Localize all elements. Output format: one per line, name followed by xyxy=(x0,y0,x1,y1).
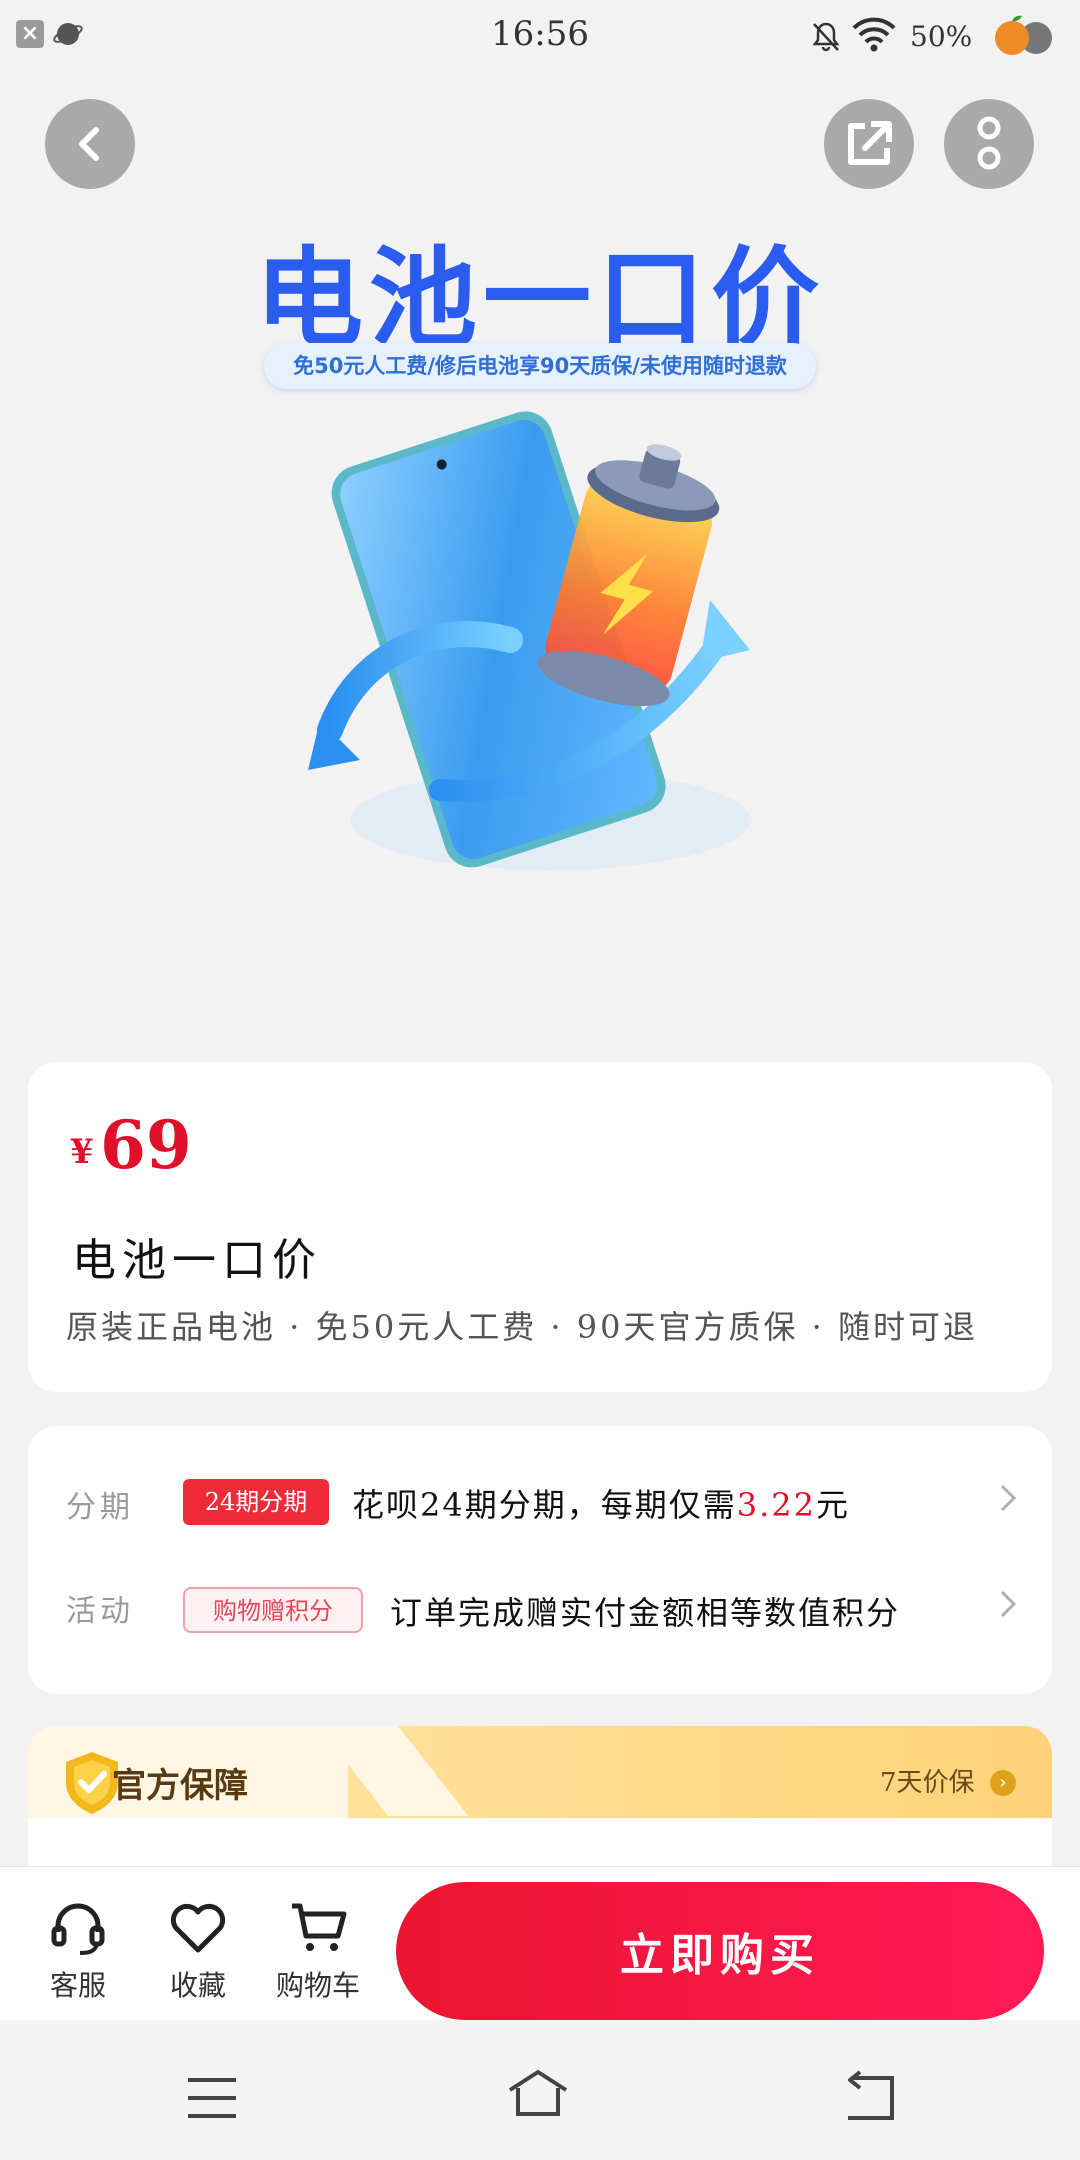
activity-label: 活动 xyxy=(66,1594,134,1629)
home-icon[interactable] xyxy=(506,2066,570,2122)
favorite-label: 收藏 xyxy=(169,1969,226,2002)
more-vertical-icon xyxy=(977,116,1001,170)
chevron-right-icon[interactable] xyxy=(998,1482,1018,1514)
back-button[interactable] xyxy=(45,99,135,189)
heart-icon xyxy=(170,1903,226,1953)
installment-label: 分期 xyxy=(66,1490,134,1525)
guarantee-title: 官方保障 xyxy=(112,1766,248,1806)
cart-icon xyxy=(292,1903,347,1951)
back-nav-icon[interactable] xyxy=(838,2070,902,2126)
battery-level: 50% xyxy=(910,20,973,53)
share-icon xyxy=(848,121,892,165)
planet-icon xyxy=(53,23,83,45)
wifi-icon xyxy=(852,17,896,52)
chevron-right-icon[interactable]: › xyxy=(990,1770,1016,1796)
chevron-right-icon[interactable] xyxy=(998,1588,1018,1620)
banner-subtitle: 免50元人工费/修后电池享90天质保/未使用随时退款 xyxy=(293,354,787,378)
price-value: 69 xyxy=(100,1106,192,1184)
price-protect-text[interactable]: 7天价保 xyxy=(880,1762,975,1799)
cart-label: 购物车 xyxy=(275,1969,360,2002)
installment-tag: 24期分期 xyxy=(183,1479,329,1525)
banner-subtitle-pill: 免50元人工费/修后电池享90天质保/未使用随时退款 xyxy=(264,343,816,389)
price-currency: ¥ xyxy=(70,1132,94,1172)
installment-text: 花呗24期分期，每期仅需3.22元 xyxy=(352,1486,850,1524)
activity-text: 订单完成赠实付金额相等数值积分 xyxy=(390,1594,901,1632)
headset-icon xyxy=(51,1903,105,1955)
product-features: 原装正品电池 · 免50元人工费 · 90天官方质保 · 随时可退 xyxy=(66,1308,978,1346)
buy-now-button[interactable]: 立即购买 xyxy=(396,1882,1044,2020)
share-button[interactable] xyxy=(824,99,914,189)
fruit-icon xyxy=(995,15,1052,55)
close-icon: × xyxy=(16,20,44,48)
status-time: 16:56 xyxy=(491,14,589,54)
more-button[interactable] xyxy=(944,99,1034,189)
phone-battery-illustration xyxy=(308,411,750,870)
product-title: 电池一口价 xyxy=(72,1235,322,1286)
back-arrow-icon xyxy=(79,127,99,161)
status-bar: × 16:56 50% xyxy=(0,0,1080,80)
activity-tag: 购物赠积分 xyxy=(183,1587,363,1633)
installment-amount: 3.22 xyxy=(736,1486,816,1524)
menu-icon[interactable] xyxy=(180,2070,244,2126)
customer-service-label: 客服 xyxy=(49,1969,106,2002)
bell-off-icon xyxy=(812,22,840,52)
